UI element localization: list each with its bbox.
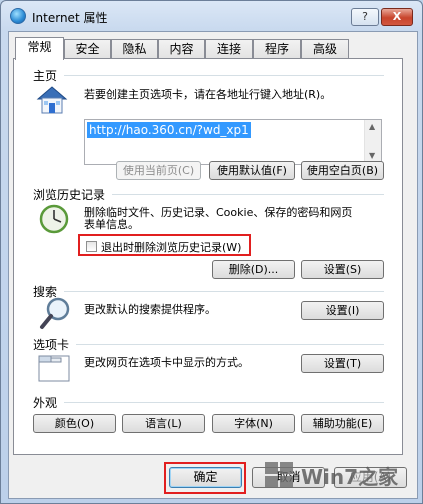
- tab-content[interactable]: 内容: [158, 39, 205, 58]
- search-settings-button[interactable]: 设置(I): [301, 301, 384, 320]
- delete-history-button[interactable]: 删除(D)...: [212, 260, 295, 279]
- cancel-button[interactable]: 取消: [252, 467, 325, 488]
- tabs-window-icon: [38, 355, 70, 382]
- use-default-button[interactable]: 使用默认值(F): [209, 161, 295, 180]
- history-clock-icon: [39, 204, 69, 234]
- history-section-title: 浏览历史记录: [33, 188, 106, 202]
- tab-programs[interactable]: 程序: [253, 39, 301, 58]
- general-tab-panel: [13, 58, 403, 455]
- apply-button[interactable]: 应用(A): [334, 467, 407, 488]
- ok-button[interactable]: 确定: [169, 467, 242, 488]
- home-description: 若要创建主页选项卡，请在各地址行键入地址(R)。: [84, 88, 332, 101]
- scroll-up-arrow-icon[interactable]: ▲: [369, 122, 375, 131]
- tabs-divider: [76, 344, 384, 345]
- tabs-settings-button[interactable]: 设置(T): [301, 354, 384, 373]
- address-scrollbar[interactable]: ▲ ▼: [364, 120, 381, 164]
- tabs-description: 更改网页在选项卡中显示的方式。: [84, 356, 249, 369]
- close-button[interactable]: X: [381, 8, 413, 26]
- languages-button[interactable]: 语言(L): [122, 414, 205, 433]
- scroll-down-arrow-icon[interactable]: ▼: [369, 151, 375, 160]
- home-address-value: http://hao.360.cn/?wd_xp1: [87, 122, 251, 138]
- help-button[interactable]: ?: [351, 8, 379, 26]
- delete-on-exit-checkbox[interactable]: [86, 241, 97, 252]
- history-settings-button[interactable]: 设置(S): [301, 260, 384, 279]
- tab-privacy[interactable]: 隐私: [111, 39, 158, 58]
- use-current-page-button[interactable]: 使用当前页(C): [116, 161, 201, 180]
- search-description: 更改默认的搜索提供程序。: [84, 303, 216, 316]
- appearance-divider: [64, 402, 384, 403]
- internet-explorer-icon: [10, 8, 26, 24]
- home-divider: [64, 75, 384, 76]
- fonts-button[interactable]: 字体(N): [212, 414, 295, 433]
- title-bar: Internet 属性 ? X: [1, 1, 422, 31]
- window-title: Internet 属性: [32, 11, 108, 25]
- home-section-title: 主页: [33, 69, 58, 83]
- tab-advanced[interactable]: 高级: [301, 39, 349, 58]
- delete-on-exit-highlight: 退出时删除浏览历史记录(W): [78, 234, 251, 256]
- tab-connections[interactable]: 连接: [205, 39, 253, 58]
- home-address-textarea[interactable]: http://hao.360.cn/?wd_xp1 ▲ ▼: [84, 119, 382, 165]
- magnifier-icon: [40, 297, 70, 329]
- history-divider: [112, 194, 384, 195]
- appearance-section-title: 外观: [33, 396, 58, 410]
- tab-general[interactable]: 常规: [15, 37, 64, 60]
- tabs-section-title: 选项卡: [33, 338, 70, 352]
- accessibility-button[interactable]: 辅助功能(E): [301, 414, 384, 433]
- delete-on-exit-label[interactable]: 退出时删除浏览历史记录(W): [101, 239, 241, 255]
- use-blank-page-button[interactable]: 使用空白页(B): [301, 161, 384, 180]
- home-icon: [36, 86, 68, 114]
- search-divider: [64, 291, 384, 292]
- history-description-line2: 表单信息。: [84, 218, 139, 231]
- colors-button[interactable]: 颜色(O): [33, 414, 116, 433]
- tab-security[interactable]: 安全: [64, 39, 111, 58]
